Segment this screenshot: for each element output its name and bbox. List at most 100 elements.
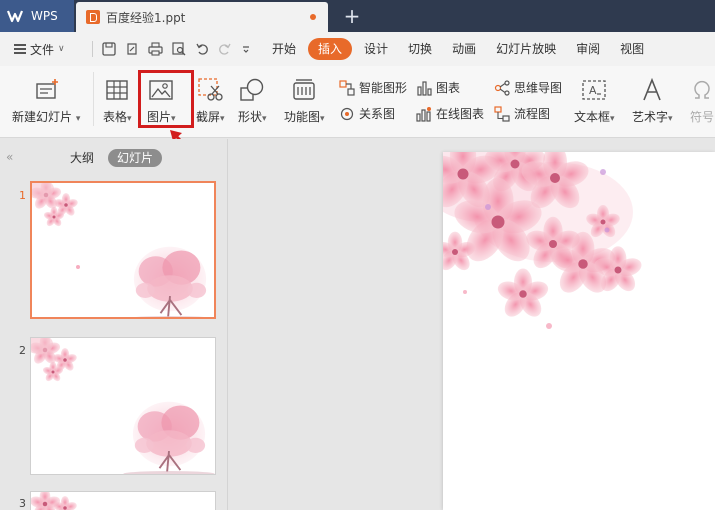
sakura-slide-image <box>31 338 215 474</box>
title-bar: WPS 百度经验1.ppt + <box>0 0 715 32</box>
ppt-file-icon <box>86 10 100 24</box>
tab-review[interactable]: 审阅 <box>568 38 608 60</box>
picture-highlight-box <box>138 70 194 128</box>
sakura-slide-image <box>31 492 78 510</box>
divider <box>92 41 93 57</box>
symbol-button[interactable]: 符号 <box>690 76 714 125</box>
slide-number: 2 <box>19 344 26 357</box>
mindmap-icon <box>494 79 510 96</box>
tab-design[interactable]: 设计 <box>356 38 396 60</box>
slide-thumbnail-3[interactable] <box>30 491 216 510</box>
collapse-panel-icon[interactable]: « <box>6 150 13 164</box>
smartart-icon <box>339 79 355 96</box>
tab-slides[interactable]: 幻灯片 <box>108 149 163 167</box>
new-slide-label: 新建幻灯片 <box>12 110 73 124</box>
sakura-slide-image <box>443 152 644 329</box>
sakura-slide-image <box>32 183 214 317</box>
chevron-down-icon: ▾ <box>610 114 615 124</box>
slide-thumbnail-1[interactable] <box>30 181 216 319</box>
tab-insert[interactable]: 插入 <box>308 38 353 60</box>
chevron-down-icon: ▾ <box>668 114 673 124</box>
svg-text:A: A <box>589 84 597 97</box>
tab-animation[interactable]: 动画 <box>444 38 484 60</box>
chevron-down-icon: ▾ <box>75 114 81 124</box>
symbol-label: 符号 <box>690 110 715 124</box>
tab-view[interactable]: 视图 <box>612 38 652 60</box>
current-slide[interactable] <box>443 152 715 510</box>
flowchart-button[interactable]: 流程图 <box>494 105 550 122</box>
function-chart-icon <box>293 79 315 100</box>
divider <box>93 72 94 126</box>
ribbon-tabs: 开始 插入 设计 切换 动画 幻灯片放映 审阅 视图 <box>264 38 656 60</box>
screenshot-label: 截屏 <box>196 110 221 124</box>
app-name: WPS <box>31 9 58 23</box>
mindmap-label: 思维导图 <box>514 81 563 95</box>
omega-icon <box>694 80 710 99</box>
tab-outline[interactable]: 大纲 <box>70 149 94 167</box>
new-slide-icon <box>36 79 59 99</box>
chart-label: 图表 <box>436 81 461 95</box>
smartart-label: 智能图形 <box>359 81 408 95</box>
textbox-button[interactable]: A 文本框▾ <box>574 76 615 125</box>
relation-chart-icon <box>340 107 354 120</box>
relation-chart-button[interactable]: 关系图 <box>339 105 395 122</box>
online-chart-label: 在线图表 <box>436 107 485 121</box>
slide-thumbnail-2[interactable] <box>30 337 216 475</box>
slide-number: 3 <box>19 497 26 510</box>
relation-chart-label: 关系图 <box>359 107 396 121</box>
mindmap-button[interactable]: 思维导图 <box>494 79 562 96</box>
scissors-icon <box>198 78 223 101</box>
insert-ribbon: 新建幻灯片 ▾ 表格▾ 图片▾ 截屏▾ 形状▾ 功能图▾ 智能图形 关系图 图表… <box>0 66 715 138</box>
chevron-down-icon: ∨ <box>58 44 65 54</box>
hamburger-icon <box>14 44 26 54</box>
table-label: 表格 <box>103 110 128 124</box>
wordart-button[interactable]: 艺术字▾ <box>632 76 673 125</box>
document-tab[interactable]: 百度经验1.ppt <box>76 2 328 32</box>
tab-slideshow[interactable]: 幻灯片放映 <box>488 38 564 60</box>
customize-dropdown-icon[interactable] <box>241 42 251 56</box>
chart-button[interactable]: 图表 <box>416 79 460 96</box>
chevron-down-icon: ▾ <box>127 114 132 124</box>
tab-transition[interactable]: 切换 <box>400 38 440 60</box>
tab-home[interactable]: 开始 <box>264 38 304 60</box>
function-chart-button[interactable]: 功能图▾ <box>284 76 325 125</box>
shape-icon <box>240 78 264 101</box>
shape-label: 形状 <box>238 110 263 124</box>
flowchart-label: 流程图 <box>514 107 551 121</box>
slide-number: 1 <box>19 189 26 202</box>
chevron-down-icon: ▾ <box>262 114 267 124</box>
wps-logo-icon <box>6 10 24 23</box>
unsaved-dot-icon <box>310 14 316 20</box>
wordart-icon <box>643 78 662 101</box>
online-chart-button[interactable]: 在线图表 <box>416 105 484 122</box>
save-icon[interactable] <box>102 42 116 56</box>
online-chart-icon <box>416 106 431 122</box>
print-preview-icon[interactable] <box>172 42 186 56</box>
new-tab-button[interactable]: + <box>340 3 364 29</box>
output-pdf-icon[interactable] <box>125 42 139 56</box>
table-icon <box>106 80 128 100</box>
chevron-down-icon: ▾ <box>320 114 325 124</box>
undo-icon[interactable] <box>195 42 209 56</box>
quick-access-toolbar <box>88 41 264 57</box>
textbox-label: 文本框 <box>574 110 611 124</box>
file-menu-button[interactable]: 文件 ∨ <box>0 41 88 58</box>
shape-button[interactable]: 形状▾ <box>238 76 267 125</box>
document-title: 百度经验1.ppt <box>106 10 186 25</box>
print-icon[interactable] <box>148 42 163 56</box>
wps-home-tab[interactable]: WPS <box>0 0 74 32</box>
flowchart-icon <box>494 105 510 122</box>
chevron-down-icon: ▾ <box>220 114 225 124</box>
screenshot-button[interactable]: 截屏▾ <box>196 76 225 125</box>
table-button[interactable]: 表格▾ <box>103 76 132 125</box>
chart-icon <box>417 80 432 96</box>
editing-canvas <box>229 139 715 510</box>
file-menu-label: 文件 <box>30 42 55 57</box>
wordart-label: 艺术字 <box>632 110 669 124</box>
menu-bar: 文件 ∨ 开始 插入 设计 切换 动画 幻灯片放映 审阅 视图 <box>0 32 715 66</box>
redo-icon[interactable] <box>218 42 232 56</box>
function-chart-label: 功能图 <box>284 110 321 124</box>
slide-panel: « 大纲 幻灯片 1 2 3 <box>0 139 228 510</box>
smartart-button[interactable]: 智能图形 <box>339 79 407 96</box>
new-slide-button[interactable]: 新建幻灯片 ▾ <box>12 76 80 125</box>
